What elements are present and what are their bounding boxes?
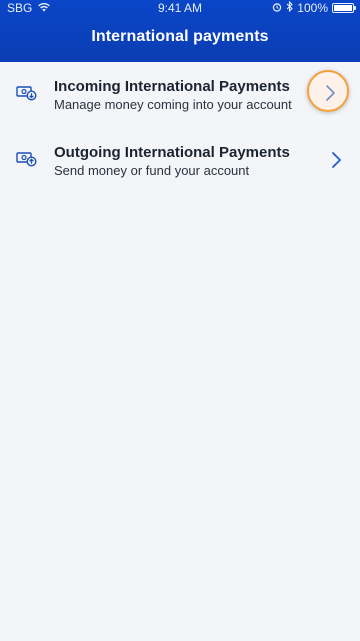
battery-fill <box>334 5 352 11</box>
chevron-right-button[interactable] <box>307 70 349 112</box>
page-title: International payments <box>91 28 269 45</box>
app-screen: SBG 9:41 AM 100% International payments … <box>0 0 360 641</box>
chevron-right-icon[interactable] <box>326 150 346 170</box>
money-transfer-icon <box>16 151 38 167</box>
outgoing-payments-title: Outgoing International Payments <box>54 144 290 161</box>
app-header: SBG 9:41 AM 100% International payments <box>0 0 360 62</box>
list-item-incoming-payments[interactable]: Incoming International Payments Manage m… <box>0 62 360 128</box>
chevron-right-icon <box>320 83 340 103</box>
money-transfer-icon <box>16 85 38 101</box>
payments-list: Incoming International Payments Manage m… <box>0 62 360 194</box>
bluetooth-icon <box>286 0 294 15</box>
incoming-payments-subtitle: Manage money coming into your account <box>54 97 292 112</box>
battery-icon <box>332 3 356 13</box>
outgoing-payments-subtitle: Send money or fund your account <box>54 163 250 178</box>
alarm-icon <box>272 1 282 15</box>
list-item-outgoing-payments[interactable]: Outgoing International Payments Send mon… <box>0 128 360 194</box>
status-right: 100% <box>272 0 356 15</box>
status-bar: SBG 9:41 AM 100% <box>0 0 360 16</box>
incoming-payments-title: Incoming International Payments <box>54 78 290 95</box>
battery-percent: 100% <box>297 1 328 15</box>
